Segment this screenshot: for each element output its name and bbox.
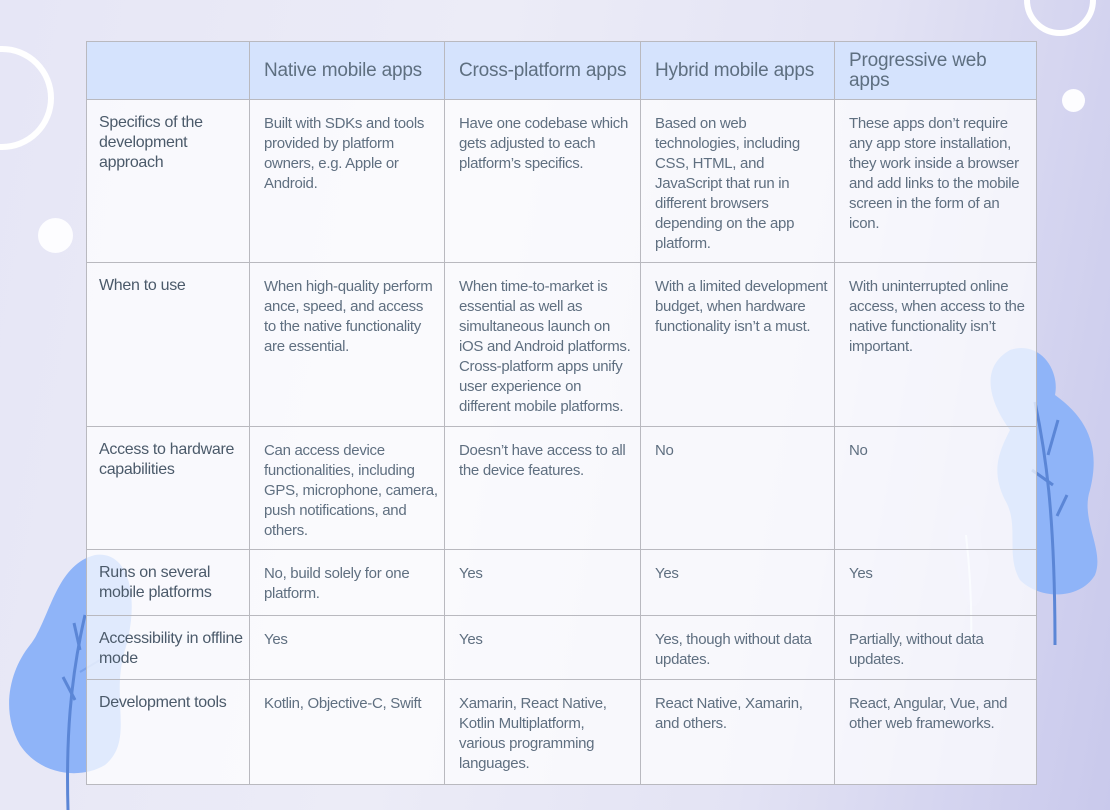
table-cell: Yes (444, 549, 641, 616)
decorative-ring-right (1024, 0, 1096, 36)
table-cell: When high-quality perform ance, speed, a… (249, 262, 445, 427)
row-label: When to use (86, 262, 250, 427)
table-cell: Yes (834, 549, 1037, 616)
header-progressive-web-apps: Progressive web apps (834, 41, 1037, 100)
table-cell: No (834, 426, 1037, 550)
table-row: Access to hardware capabilities Can acce… (86, 426, 1037, 550)
table-header-row: Native mobile apps Cross-platform apps H… (86, 41, 1037, 100)
table-cell: When time-to-market is essential as well… (444, 262, 641, 427)
decorative-dot-left (38, 218, 73, 253)
table-cell: Xamarin, React Native, Kotlin Multiplatf… (444, 679, 641, 785)
table-cell: No, build solely for one platform. (249, 549, 445, 616)
header-corner (86, 41, 250, 100)
table-cell: React, Angular, Vue, and other web frame… (834, 679, 1037, 785)
row-label: Access to hardware capabilities (86, 426, 250, 550)
table-row: Specifics of the development approach Bu… (86, 99, 1037, 263)
table-cell: Yes (640, 549, 835, 616)
table-cell: With a limited development budget, when … (640, 262, 835, 427)
row-label: Specifics of the development approach (86, 99, 250, 263)
decorative-dot-right (1062, 89, 1085, 112)
table-cell: With uninterrupted online access, when a… (834, 262, 1037, 427)
table-cell: Based on web technologies, including CSS… (640, 99, 835, 263)
table-cell: Yes (444, 615, 641, 680)
table-cell: React Native, Xamarin, and others. (640, 679, 835, 785)
table-cell: Built with SDKs and tools provided by pl… (249, 99, 445, 263)
row-label: Accessibility in offline mode (86, 615, 250, 680)
table-cell: Kotlin, Objective-C, Swift (249, 679, 445, 785)
table-row: Development tools Kotlin, Objective-C, S… (86, 679, 1037, 785)
header-cross-platform-apps: Cross-platform apps (444, 41, 641, 100)
table-cell: No (640, 426, 835, 550)
row-label: Development tools (86, 679, 250, 785)
table-cell: Have one codebase which gets adjusted to… (444, 99, 641, 263)
table-cell: Doesn’t have access to all the device fe… (444, 426, 641, 550)
app-types-comparison-table: Native mobile apps Cross-platform apps H… (86, 41, 1037, 785)
decorative-ring-left (0, 46, 54, 150)
header-native-mobile-apps: Native mobile apps (249, 41, 445, 100)
table-cell: Can access device functionalities, inclu… (249, 426, 445, 550)
table-cell: Partially, without data updates. (834, 615, 1037, 680)
comparison-table-container: Native mobile apps Cross-platform apps H… (86, 41, 1037, 785)
table-cell: These apps don’t require any app store i… (834, 99, 1037, 263)
table-row: Accessibility in offline mode Yes Yes Ye… (86, 615, 1037, 680)
table-row: When to use When high-quality perform an… (86, 262, 1037, 427)
row-label: Runs on several mobile platforms (86, 549, 250, 616)
table-cell: Yes, though without data updates. (640, 615, 835, 680)
header-hybrid-mobile-apps: Hybrid mobile apps (640, 41, 835, 100)
table-row: Runs on several mobile platforms No, bui… (86, 549, 1037, 616)
table-cell: Yes (249, 615, 445, 680)
